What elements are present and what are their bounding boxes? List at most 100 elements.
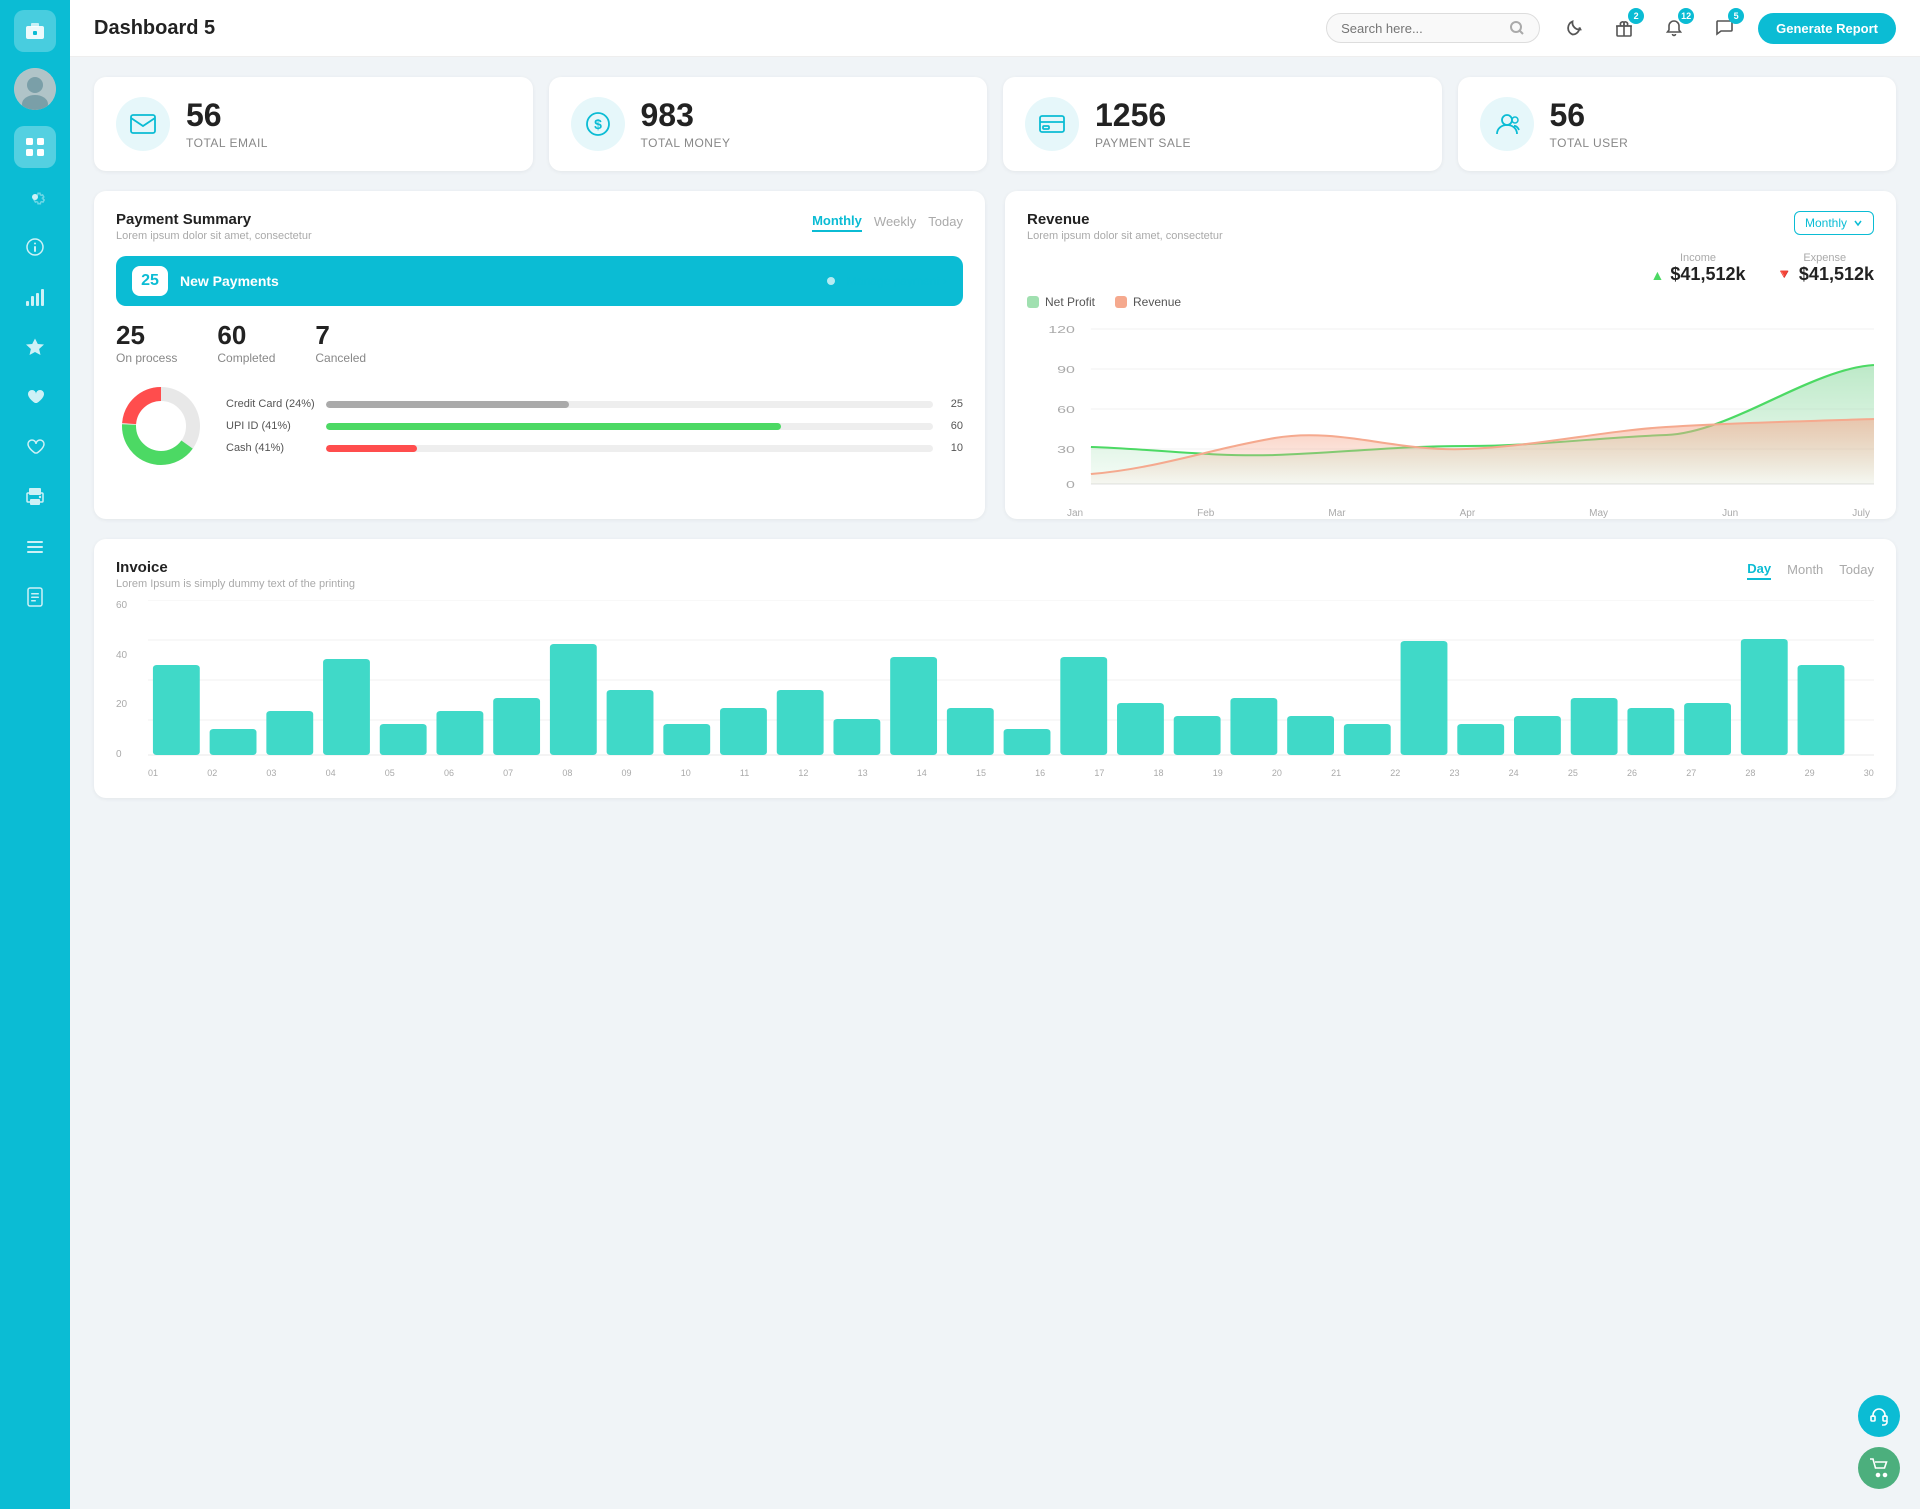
chat-button[interactable]: 5 xyxy=(1706,10,1742,46)
revenue-subtitle: Lorem ipsum dolor sit amet, consectetur xyxy=(1027,230,1223,242)
headset-icon xyxy=(1869,1406,1889,1426)
avatar[interactable] xyxy=(14,68,56,110)
svg-text:0: 0 xyxy=(1066,479,1075,490)
header-icons: 2 12 5 xyxy=(1556,10,1742,46)
sidebar-item-dashboard[interactable] xyxy=(14,126,56,168)
bar-val-credit: 25 xyxy=(943,398,963,410)
svg-text:$: $ xyxy=(594,116,602,132)
revenue-card: Revenue Lorem ipsum dolor sit amet, cons… xyxy=(1005,191,1896,519)
new-payments-bar: 25 New Payments Manage payment › xyxy=(116,256,963,306)
sidebar-item-heart2[interactable] xyxy=(14,426,56,468)
page-title: Dashboard 5 xyxy=(94,17,1310,40)
svg-text:90: 90 xyxy=(1057,364,1075,375)
stat-number-money: 983 xyxy=(641,98,731,133)
invoice-tabs: Day Month Today xyxy=(1747,559,1874,580)
email-stat-icon xyxy=(116,97,170,151)
sidebar-item-list[interactable] xyxy=(14,526,56,568)
bar-label-upi: UPI ID (41%) xyxy=(226,420,316,432)
payment-summary-header: Payment Summary Lorem ipsum dolor sit am… xyxy=(116,211,963,242)
tab-weekly[interactable]: Weekly xyxy=(874,211,916,232)
sidebar-item-favorites[interactable] xyxy=(14,326,56,368)
income-value: $41,512k xyxy=(1670,264,1745,285)
stat-number-email: 56 xyxy=(186,98,268,133)
bell-badge: 12 xyxy=(1678,8,1694,24)
invoice-x-labels: 0102030405060708091011121314151617181920… xyxy=(148,764,1874,778)
stat-card-payment: 1256 PAYMENT SALE xyxy=(1003,77,1442,171)
payment-stat-icon xyxy=(1025,97,1079,151)
chat-badge: 5 xyxy=(1728,8,1744,24)
legend-net-profit: Net Profit xyxy=(1027,295,1095,309)
revenue-title: Revenue xyxy=(1027,211,1223,228)
user-stat-icon xyxy=(1480,97,1534,151)
on-process-value: 25 xyxy=(116,320,177,351)
payment-summary-title: Payment Summary xyxy=(116,211,312,228)
invoice-header: Invoice Lorem Ipsum is simply dummy text… xyxy=(116,559,1874,590)
stat-card-user: 56 TOTAL USER xyxy=(1458,77,1897,171)
search-icon xyxy=(1509,20,1525,36)
completed-value: 60 xyxy=(217,320,275,351)
generate-report-button[interactable]: Generate Report xyxy=(1758,13,1896,44)
bar-fill-upi xyxy=(326,423,781,430)
sidebar-item-settings[interactable] xyxy=(14,176,56,218)
stats-row: 56 TOTAL EMAIL $ 983 TOTAL MONEY 1256 xyxy=(94,77,1896,171)
cart-float-button[interactable] xyxy=(1858,1447,1900,1489)
bell-button[interactable]: 12 xyxy=(1656,10,1692,46)
bar-row-cash: Cash (41%) 10 xyxy=(226,442,963,454)
donut-chart xyxy=(116,381,206,471)
bar-row-credit: Credit Card (24%) 25 xyxy=(226,398,963,410)
svg-text:30: 30 xyxy=(1057,444,1075,455)
chevron-down-icon xyxy=(1853,218,1863,228)
revenue-monthly-dropdown[interactable]: Monthly xyxy=(1794,211,1874,235)
income-arrow-icon: ▲ xyxy=(1651,267,1665,283)
invoice-tab-day[interactable]: Day xyxy=(1747,559,1771,580)
mid-row: Payment Summary Lorem ipsum dolor sit am… xyxy=(94,191,1896,519)
bar-fill-credit xyxy=(326,401,569,408)
stats-mini: 25 On process 60 Completed 7 Canceled xyxy=(116,320,963,365)
income-expense: Income ▲ $41,512k Expense 🔻 $41,512k xyxy=(1027,252,1874,285)
canceled-value: 7 xyxy=(315,320,366,351)
invoice-title: Invoice xyxy=(116,559,355,576)
invoice-subtitle: Lorem Ipsum is simply dummy text of the … xyxy=(116,578,355,590)
search-input[interactable] xyxy=(1341,21,1501,36)
completed-stat: 60 Completed xyxy=(217,320,275,365)
payment-summary-subtitle: Lorem ipsum dolor sit amet, consectetur xyxy=(116,230,312,242)
payment-breakdown: Credit Card (24%) 25 UPI ID (41%) 60 Cas… xyxy=(116,381,963,471)
stat-label-money: TOTAL MONEY xyxy=(641,136,731,150)
content-area: 56 TOTAL EMAIL $ 983 TOTAL MONEY 1256 xyxy=(70,57,1920,1509)
stat-number-user: 56 xyxy=(1550,98,1629,133)
manage-payment-link[interactable]: Manage payment › xyxy=(847,274,947,288)
cart-icon xyxy=(1869,1458,1889,1478)
legend-revenue: Revenue xyxy=(1115,295,1181,309)
income-item: Income ▲ $41,512k xyxy=(1651,252,1746,285)
payment-bars: Credit Card (24%) 25 UPI ID (41%) 60 Cas… xyxy=(226,398,963,454)
stat-number-payment: 1256 xyxy=(1095,98,1191,133)
sidebar-item-print[interactable] xyxy=(14,476,56,518)
new-payments-label: New Payments xyxy=(180,273,815,289)
sidebar-logo[interactable] xyxy=(14,10,56,52)
sidebar-item-analytics[interactable] xyxy=(14,276,56,318)
expense-item: Expense 🔻 $41,512k xyxy=(1775,252,1874,285)
money-stat-icon: $ xyxy=(571,97,625,151)
sidebar-item-reports[interactable] xyxy=(14,576,56,618)
revenue-x-labels: Jan Feb Mar Apr May Jun July xyxy=(1027,508,1874,519)
gift-badge: 2 xyxy=(1628,8,1644,24)
invoice-tab-today[interactable]: Today xyxy=(1839,559,1874,580)
on-process-label: On process xyxy=(116,351,177,365)
new-payments-count: 25 xyxy=(132,266,168,296)
theme-toggle-button[interactable] xyxy=(1556,10,1592,46)
floating-buttons xyxy=(1858,1395,1900,1489)
bar-row-upi: UPI ID (41%) 60 xyxy=(226,420,963,432)
invoice-tab-month[interactable]: Month xyxy=(1787,559,1823,580)
tab-monthly[interactable]: Monthly xyxy=(812,211,862,232)
gift-button[interactable]: 2 xyxy=(1606,10,1642,46)
support-float-button[interactable] xyxy=(1858,1395,1900,1437)
bar-val-cash: 10 xyxy=(943,442,963,454)
sidebar-item-heart[interactable] xyxy=(14,376,56,418)
stat-label-user: TOTAL USER xyxy=(1550,136,1629,150)
search-box[interactable] xyxy=(1326,13,1540,43)
moon-icon xyxy=(1565,19,1583,37)
sidebar-item-info[interactable] xyxy=(14,226,56,268)
net-profit-legend-label: Net Profit xyxy=(1045,295,1095,309)
invoice-chart-container: 60 40 20 0 01 xyxy=(116,600,1874,778)
tab-today[interactable]: Today xyxy=(928,211,963,232)
